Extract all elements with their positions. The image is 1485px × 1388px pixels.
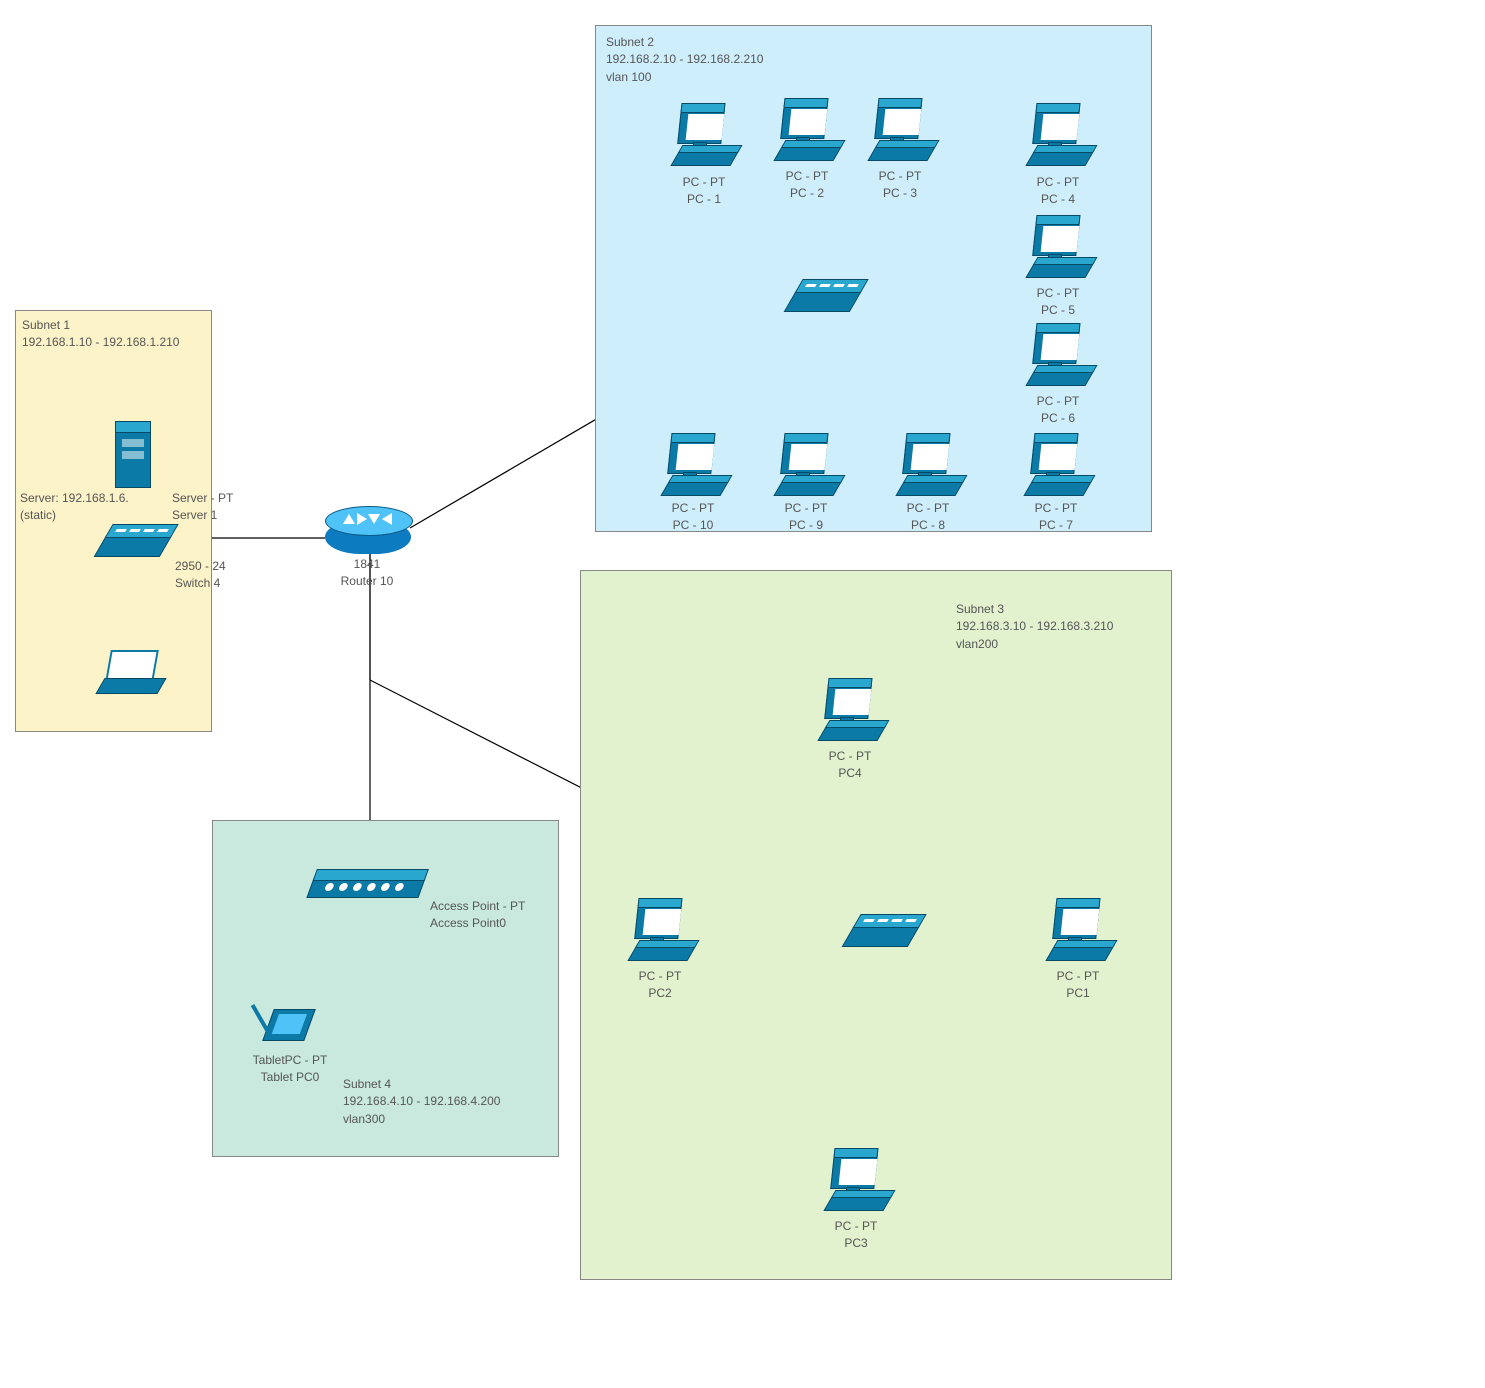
router-type: 1841 — [354, 557, 381, 571]
subnet2-range: 192.168.2.10 - 192.168.2.210 — [606, 52, 763, 66]
tablet-name: Tablet PC0 — [261, 1070, 320, 1084]
pc-icon — [1028, 440, 1086, 496]
s3pc4-name: PC4 — [838, 766, 861, 780]
pc1-label: PC - PT PC - 1 — [664, 174, 744, 209]
router-name: Router 10 — [341, 574, 394, 588]
pc-icon — [632, 905, 690, 961]
switch4-label: 2950 - 24 Switch 4 — [175, 558, 255, 593]
pc1-name: PC - 1 — [687, 192, 721, 206]
ap-label: Access Point - PT Access Point0 — [430, 898, 560, 933]
pc-icon — [665, 440, 723, 496]
pc8-name: PC - 8 — [911, 518, 945, 532]
pc4-name: PC - 4 — [1041, 192, 1075, 206]
pc4-type: PC - PT — [1037, 175, 1080, 189]
server-icon — [115, 430, 151, 488]
laptop-icon — [100, 650, 160, 694]
s3pc4-label: PC - PT PC4 — [810, 748, 890, 783]
pc-icon — [675, 110, 733, 166]
server-type: Server - PT — [172, 491, 233, 505]
s3pc2-name: PC2 — [648, 986, 671, 1000]
pc8-type: PC - PT — [907, 501, 950, 515]
pc-icon — [822, 685, 880, 741]
pc-icon — [1030, 110, 1088, 166]
subnet2-title: Subnet 2 — [606, 35, 654, 49]
access-point-icon — [306, 878, 425, 898]
pc6-type: PC - PT — [1037, 394, 1080, 408]
pc-icon — [1030, 222, 1088, 278]
s3pc4-type: PC - PT — [829, 749, 872, 763]
server-ip-label: Server: 192.168.1.6. (static) — [20, 490, 129, 525]
subnet3-range: 192.168.3.10 - 192.168.3.210 — [956, 619, 1113, 633]
pc10-type: PC - PT — [672, 501, 715, 515]
pc5-name: PC - 5 — [1041, 303, 1075, 317]
pc2-name: PC - 2 — [790, 186, 824, 200]
switch4-name: Switch 4 — [175, 576, 220, 590]
s3pc3-name: PC3 — [844, 1236, 867, 1250]
pc-icon — [778, 440, 836, 496]
subnet2-vlan: vlan 100 — [606, 70, 651, 84]
pc5-type: PC - PT — [1037, 286, 1080, 300]
subnet3-switch-icon — [842, 925, 921, 947]
server-name: Server 1 — [172, 508, 217, 522]
pc5-label: PC - PT PC - 5 — [1018, 285, 1098, 320]
pc4-label: PC - PT PC - 4 — [1018, 174, 1098, 209]
pc-icon — [1050, 905, 1108, 961]
pc-icon — [1030, 330, 1088, 386]
server-ip: Server: 192.168.1.6. — [20, 491, 129, 505]
tablet-type: TabletPC - PT — [253, 1053, 328, 1067]
pc7-name: PC - 7 — [1039, 518, 1073, 532]
subnet4-vlan: vlan300 — [343, 1112, 385, 1126]
router-icon — [325, 520, 411, 554]
subnet1-range: 192.168.1.10 - 192.168.1.210 — [22, 335, 179, 349]
s3pc2-label: PC - PT PC2 — [620, 968, 700, 1003]
subnet2-label: Subnet 2 192.168.2.10 - 192.168.2.210 vl… — [606, 34, 763, 86]
s3pc1-label: PC - PT PC1 — [1038, 968, 1118, 1003]
s3pc1-type: PC - PT — [1057, 969, 1100, 983]
pc3-name: PC - 3 — [883, 186, 917, 200]
subnet3-label: Subnet 3 192.168.3.10 - 192.168.3.210 vl… — [956, 601, 1113, 653]
pc10-label: PC - PT PC - 10 — [653, 500, 733, 535]
subnet1-label: Subnet 1 192.168.1.10 - 192.168.1.210 — [22, 317, 179, 352]
pc-icon — [872, 105, 930, 161]
s3pc3-type: PC - PT — [835, 1219, 878, 1233]
pc1-type: PC - PT — [683, 175, 726, 189]
pc3-type: PC - PT — [879, 169, 922, 183]
subnet4-label: Subnet 4 192.168.4.10 - 192.168.4.200 vl… — [343, 1076, 500, 1128]
pc7-label: PC - PT PC - 7 — [1016, 500, 1096, 535]
pc9-label: PC - PT PC - 9 — [766, 500, 846, 535]
pc7-type: PC - PT — [1035, 501, 1078, 515]
subnet4-title: Subnet 4 — [343, 1077, 391, 1091]
tablet-label: TabletPC - PT Tablet PC0 — [240, 1052, 340, 1087]
subnet3-title: Subnet 3 — [956, 602, 1004, 616]
router-label: 1841 Router 10 — [327, 556, 407, 591]
s3pc1-name: PC1 — [1066, 986, 1089, 1000]
pc2-label: PC - PT PC - 2 — [767, 168, 847, 203]
s3pc3-label: PC - PT PC3 — [816, 1218, 896, 1253]
switch4-icon — [94, 535, 173, 557]
pc-icon — [828, 1155, 886, 1211]
server-ip-static: (static) — [20, 508, 56, 522]
subnet2-switch-icon — [784, 290, 863, 312]
pc-icon — [778, 105, 836, 161]
subnet1-title: Subnet 1 — [22, 318, 70, 332]
switch4-type: 2950 - 24 — [175, 559, 226, 573]
ap-name: Access Point0 — [430, 916, 506, 930]
tablet-icon — [260, 1005, 316, 1045]
pc9-type: PC - PT — [785, 501, 828, 515]
server-label: Server - PT Server 1 — [172, 490, 262, 525]
pc6-name: PC - 6 — [1041, 411, 1075, 425]
subnet3-vlan: vlan200 — [956, 637, 998, 651]
pc2-type: PC - PT — [786, 169, 829, 183]
pc-icon — [900, 440, 958, 496]
s3pc2-type: PC - PT — [639, 969, 682, 983]
ap-type: Access Point - PT — [430, 899, 525, 913]
pc8-label: PC - PT PC - 8 — [888, 500, 968, 535]
pc10-name: PC - 10 — [673, 518, 714, 532]
pc3-label: PC - PT PC - 3 — [860, 168, 940, 203]
pc9-name: PC - 9 — [789, 518, 823, 532]
subnet4-range: 192.168.4.10 - 192.168.4.200 — [343, 1094, 500, 1108]
pc6-label: PC - PT PC - 6 — [1018, 393, 1098, 428]
